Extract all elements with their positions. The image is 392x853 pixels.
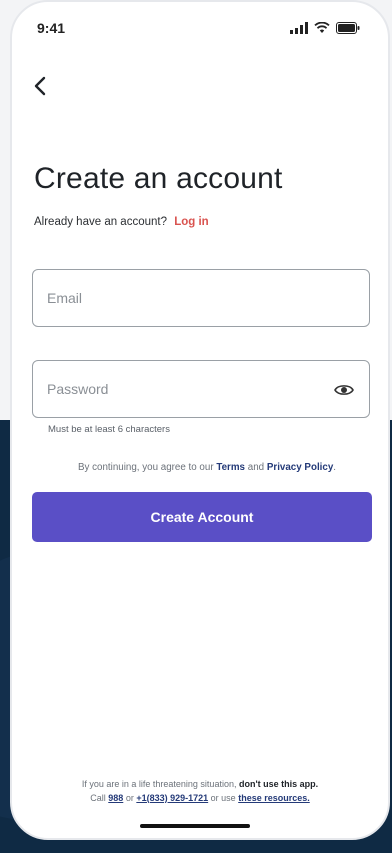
signin-prompt-row: Already have an account? Log in — [34, 216, 209, 228]
password-visibility-toggle[interactable] — [333, 379, 355, 401]
chevron-left-icon — [34, 76, 46, 96]
crisis-footer: If you are in a life threatening situati… — [12, 778, 388, 805]
status-bar: 9:41 — [12, 2, 388, 58]
footer-line-2: Call 988 or +1(833) 929-1721 or use thes… — [12, 792, 388, 806]
terms-suffix: . — [333, 462, 337, 473]
resources-link[interactable]: these resources. — [238, 793, 310, 803]
footer-line-1: If you are in a life threatening situati… — [12, 778, 388, 792]
footer-call-text: Call — [90, 792, 106, 803]
footer-or-text: or — [125, 792, 134, 803]
back-button[interactable] — [26, 72, 54, 100]
eye-icon — [334, 385, 354, 395]
terms-link[interactable]: Terms — [216, 462, 245, 473]
login-link[interactable]: Log in — [174, 216, 209, 228]
page-title: Create an account — [34, 162, 283, 195]
password-input[interactable] — [47, 381, 355, 397]
footer-or-use-text: or use — [210, 792, 236, 803]
terms-and: and — [247, 462, 265, 473]
signin-prompt-text: Already have an account? — [34, 216, 167, 228]
footer-warning-bold: don't use this app. — [238, 779, 319, 789]
phone-screen: 9:41 Create an account Already have an a… — [10, 0, 390, 840]
email-input[interactable] — [47, 290, 355, 306]
terms-notice: By continuing, you agree to our Terms an… — [32, 462, 382, 473]
email-field[interactable] — [32, 269, 370, 327]
status-time: 9:41 — [37, 20, 66, 36]
password-hint: Must be at least 6 characters — [48, 424, 170, 435]
create-account-button[interactable]: Create Account — [32, 492, 372, 542]
cellular-signal-icon — [290, 22, 308, 34]
status-icons — [290, 22, 360, 34]
battery-icon — [336, 22, 360, 34]
wifi-icon — [314, 22, 330, 33]
privacy-policy-link[interactable]: Privacy Policy — [267, 462, 333, 473]
footer-warning-text: If you are in a life threatening situati… — [81, 779, 237, 789]
hotline-phone-link[interactable]: +1(833) 929-1721 — [136, 793, 208, 803]
password-field[interactable] — [32, 360, 370, 418]
hotline-988-link[interactable]: 988 — [108, 793, 123, 803]
terms-prefix: By continuing, you agree to our — [77, 462, 214, 473]
home-indicator[interactable] — [140, 824, 250, 828]
